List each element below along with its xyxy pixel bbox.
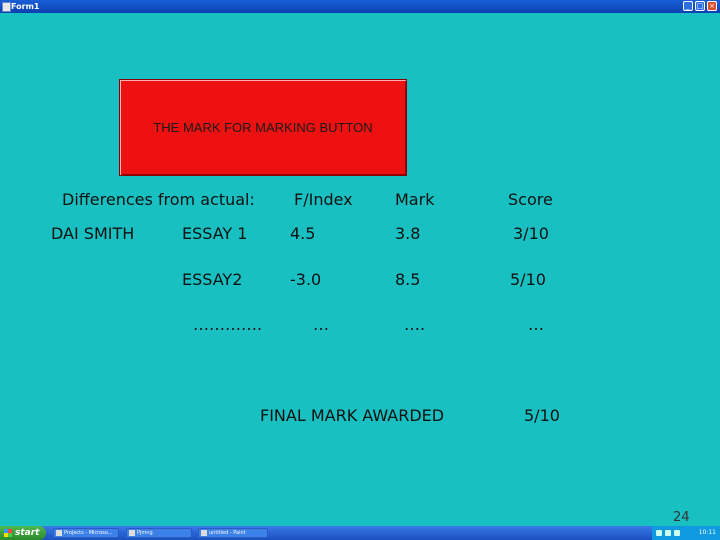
minimize-button[interactable]: _ [683,1,693,11]
row-mark: 3.8 [395,224,421,243]
tray-icon[interactable] [656,530,662,536]
header-mark: Mark [395,190,435,209]
row-score: 5/10 [510,270,546,289]
app-icon [129,530,135,536]
clock: 10:11 [698,529,716,536]
differences-caption: Differences from actual: [62,190,255,209]
taskbar-button-pjmng[interactable]: Pjmng [126,528,192,538]
taskbar: start Projects - Microso... Pjmng untitl… [0,526,720,540]
final-mark-label: FINAL MARK AWARDED [260,406,445,425]
app-icon [56,530,62,536]
window-title: Form1 [11,2,40,11]
mark-for-marking-button[interactable]: THE MARK FOR MARKING BUTTON [119,79,407,176]
task-label: untitled - Paint [209,530,246,536]
close-button[interactable]: × [707,1,717,11]
taskbar-button-paint[interactable]: untitled - Paint [198,528,268,538]
window-title-bar[interactable]: Form1 _ □ × [0,0,720,13]
tray-icon[interactable] [665,530,671,536]
row-mark: 8.5 [395,270,421,289]
volume-icon[interactable] [674,530,680,536]
task-label: Projects - Microso... [64,530,113,536]
student-name: DAI SMITH [51,224,135,243]
start-label: start [15,528,40,538]
row-findex: … [313,315,329,334]
header-findex: F/Index [294,190,353,209]
taskbar-button-projects[interactable]: Projects - Microso... [53,528,119,538]
mark-button-label: THE MARK FOR MARKING BUTTON [153,120,373,135]
maximize-button[interactable]: □ [695,1,705,11]
row-item: ESSAY 1 [182,224,248,243]
form-icon[interactable] [2,2,11,12]
row-findex: 4.5 [290,224,316,243]
slide-number: 24 [673,510,690,525]
row-item: ESSAY2 [182,270,243,289]
row-score: 3/10 [513,224,549,243]
start-button[interactable]: start [0,526,46,540]
windows-flag-icon [4,529,12,537]
system-tray: 10:11 [652,526,720,540]
row-mark: …. [404,315,426,334]
header-score: Score [508,190,553,209]
row-item: …………. [193,315,263,334]
final-mark-score: 5/10 [524,406,560,425]
row-findex: -3.0 [290,270,322,289]
paint-icon [201,530,207,536]
task-label: Pjmng [137,530,153,536]
row-score: … [528,315,544,334]
